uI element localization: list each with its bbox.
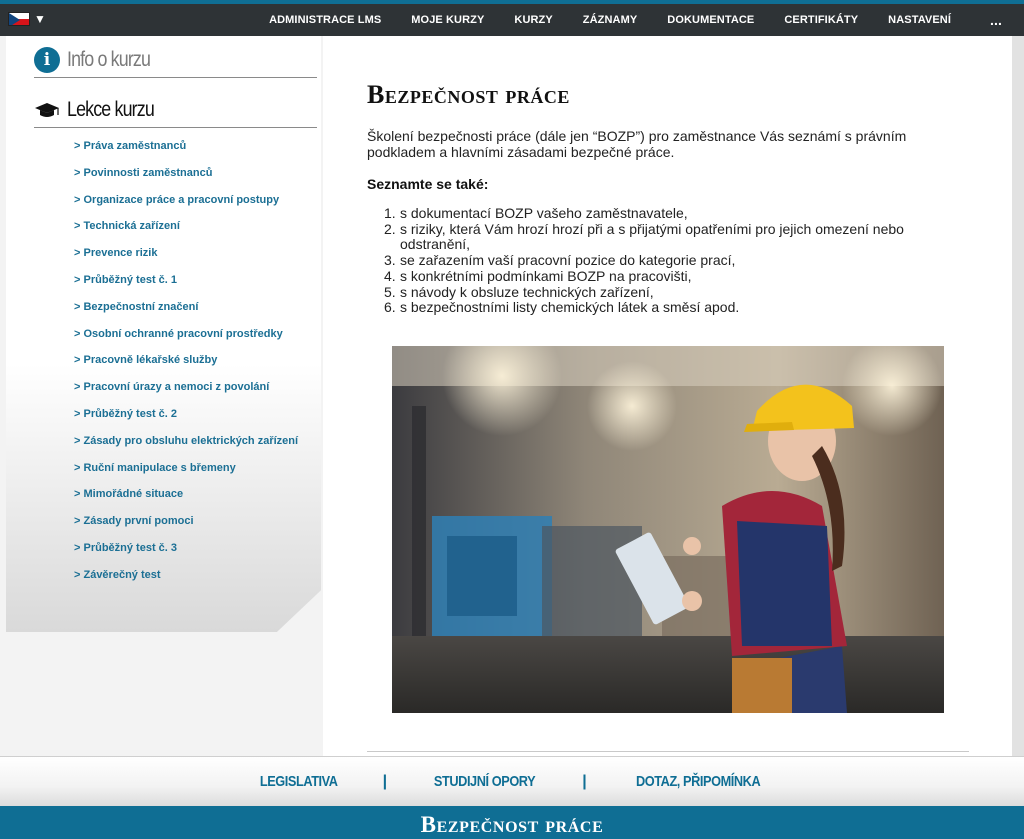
list-item: 4. s konkrétními podmínkami BOZP na praco…	[384, 267, 692, 284]
lesson-item[interactable]: > Zásady pro obsluhu elektrických zaříze…	[74, 433, 298, 460]
intro-paragraph: Školení bezpečnosti práce (dále jen “BOZ…	[367, 128, 907, 160]
lesson-list: > Práva zaměstnanců > Povinnosti zaměstn…	[74, 138, 298, 594]
list-item: 1. s dokumentací BOZP vašeho zaměstnavate…	[384, 205, 688, 221]
lesson-item[interactable]: > Pracovně lékařské služby	[74, 352, 298, 379]
list-item: 5. s návody k obsluze technických zařízen…	[384, 283, 654, 300]
lesson-item[interactable]: > Bezpečnostní značení	[74, 299, 298, 326]
lesson-item[interactable]: > Práva zaměstnanců	[74, 138, 298, 165]
page-title: Bezpečnost práce	[367, 80, 570, 109]
see-also-label: Seznamte se také:	[367, 176, 489, 192]
sidebar: i Info o kurzu Lekce kurzu > Práva zaměs…	[0, 36, 323, 756]
caret-down-icon: ▼	[34, 12, 46, 26]
lesson-item[interactable]: > Ruční manipulace s břemeny	[74, 460, 298, 487]
lesson-item[interactable]: > Technická zařízení	[74, 218, 298, 245]
list-item: 2. s riziky, která Vám hrozí hrozí při a …	[384, 220, 904, 253]
nav-item-dokumentace[interactable]: DOKUMENTACE	[652, 14, 769, 26]
nav-item-nastaveni[interactable]: NASTAVENÍ	[873, 14, 966, 26]
nav-item-certifikaty[interactable]: CERTIFIKÁTY	[769, 14, 873, 26]
worker-with-hard-hat-photo	[392, 346, 944, 713]
list-item: 3. se zařazením vaší pracovní pozice do k…	[384, 252, 736, 269]
lesson-item[interactable]: > Zásady první pomoci	[74, 513, 298, 540]
content-divider	[367, 751, 969, 752]
lesson-item[interactable]: > Průběžný test č. 1	[74, 272, 298, 299]
lesson-item[interactable]: > Osobní ochranné pracovní prostředky	[74, 326, 298, 353]
nav-item-administrace-lms[interactable]: ADMINISTRACE LMS	[254, 14, 396, 26]
czech-flag-icon	[8, 12, 30, 26]
footer-link-studijni-opory[interactable]: STUDIJNÍ OPORY	[434, 773, 536, 790]
footer-bar: Bezpečnost práce	[0, 806, 1024, 839]
footer-link-dotaz-pripominka[interactable]: DOTAZ, PŘIPOMÍNKA	[636, 773, 761, 790]
main-nav: ADMINISTRACE LMS MOJE KURZY KURZY ZÁZNAM…	[254, 4, 1024, 36]
graduation-cap-icon	[35, 102, 59, 117]
right-gutter	[1012, 36, 1024, 756]
course-lessons-header[interactable]: Lekce kurzu	[34, 92, 317, 128]
lesson-item[interactable]: > Povinnosti zaměstnanců	[74, 165, 298, 192]
course-info-title: Info o kurzu	[67, 47, 151, 71]
footer-separator: |	[582, 772, 587, 790]
footer-link-legislativa[interactable]: LEGISLATIVA	[260, 773, 338, 790]
lesson-item[interactable]: > Pracovní úrazy a nemoci z povolání	[74, 379, 298, 406]
course-info-link[interactable]: i Info o kurzu	[34, 42, 317, 78]
lesson-item[interactable]: > Závěrečný test	[74, 567, 298, 594]
lesson-item[interactable]: > Průběžný test č. 3	[74, 540, 298, 567]
nav-item-zaznamy[interactable]: ZÁZNAMY	[568, 14, 652, 26]
info-icon: i	[34, 46, 60, 73]
lesson-item[interactable]: > Mimořádné situace	[74, 486, 298, 513]
language-selector[interactable]: ▼	[8, 12, 46, 26]
nav-item-moje-kurzy[interactable]: MOJE KURZY	[396, 14, 499, 26]
footer-course-title: Bezpečnost práce	[420, 812, 604, 837]
lesson-item[interactable]: > Prevence rizik	[74, 245, 298, 272]
list-item: 6. s bezpečnostními listy chemických láte…	[384, 299, 740, 316]
footer-links: LEGISLATIVA | STUDIJNÍ OPORY | DOTAZ, PŘ…	[0, 756, 1024, 806]
see-also-list: 1. s dokumentací BOZP vašeho zaměstnavate…	[367, 205, 947, 316]
top-navbar: ▼ ADMINISTRACE LMS MOJE KURZY KURZY ZÁZN…	[0, 0, 1024, 36]
more-menu-button[interactable]: ...	[966, 12, 1024, 28]
course-lessons-title: Lekce kurzu	[67, 97, 155, 121]
main-content: Bezpečnost práce Školení bezpečnosti prá…	[323, 36, 1012, 756]
lesson-item[interactable]: > Průběžný test č. 2	[74, 406, 298, 433]
nav-item-kurzy[interactable]: KURZY	[499, 14, 567, 26]
footer-separator: |	[382, 772, 388, 790]
lesson-item[interactable]: > Organizace práce a pracovní postupy	[74, 192, 298, 219]
